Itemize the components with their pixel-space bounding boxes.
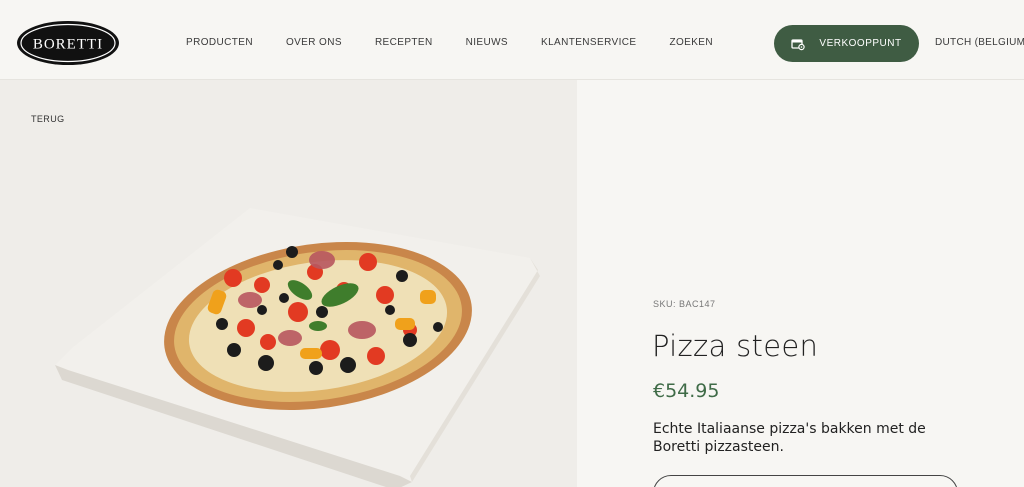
store-locator-icon <box>791 37 806 51</box>
language-selector[interactable]: DUTCH (BELGIUM) <box>935 37 1024 48</box>
product-action-button[interactable] <box>653 475 958 487</box>
site-header: BORETTI PRODUCTEN OVER ONS RECEPTEN NIEU… <box>0 0 1024 80</box>
back-link[interactable]: TERUG <box>31 114 65 124</box>
nav-item-nieuws[interactable]: NIEUWS <box>466 37 508 48</box>
nav-item-zoeken[interactable]: ZOEKEN <box>669 37 713 48</box>
product-sku: SKU: BAC147 <box>653 299 716 309</box>
product-image-panel: TERUG <box>0 80 577 487</box>
nav-item-recepten[interactable]: RECEPTEN <box>375 37 433 48</box>
nav-item-klantenservice[interactable]: KLANTENSERVICE <box>541 37 636 48</box>
boretti-logo[interactable]: BORETTI <box>16 20 120 66</box>
product-description: Echte Italiaanse pizza's bakken met de B… <box>653 421 926 455</box>
nav-item-producten[interactable]: PRODUCTEN <box>186 37 253 48</box>
store-locator-label: VERKOOPPUNT <box>819 38 902 49</box>
pizza-stone-product-image <box>55 208 540 487</box>
store-locator-button[interactable]: VERKOOPPUNT <box>774 25 919 62</box>
product-info-panel: SKU: BAC147 Pizza steen €54.95 Echte Ita… <box>577 80 1024 487</box>
product-title: Pizza steen <box>652 329 819 363</box>
product-price: €54.95 <box>653 380 720 402</box>
main-navigation: PRODUCTEN OVER ONS RECEPTEN NIEUWS KLANT… <box>186 37 746 48</box>
nav-item-over-ons[interactable]: OVER ONS <box>286 37 342 48</box>
logo-text: BORETTI <box>33 37 103 53</box>
